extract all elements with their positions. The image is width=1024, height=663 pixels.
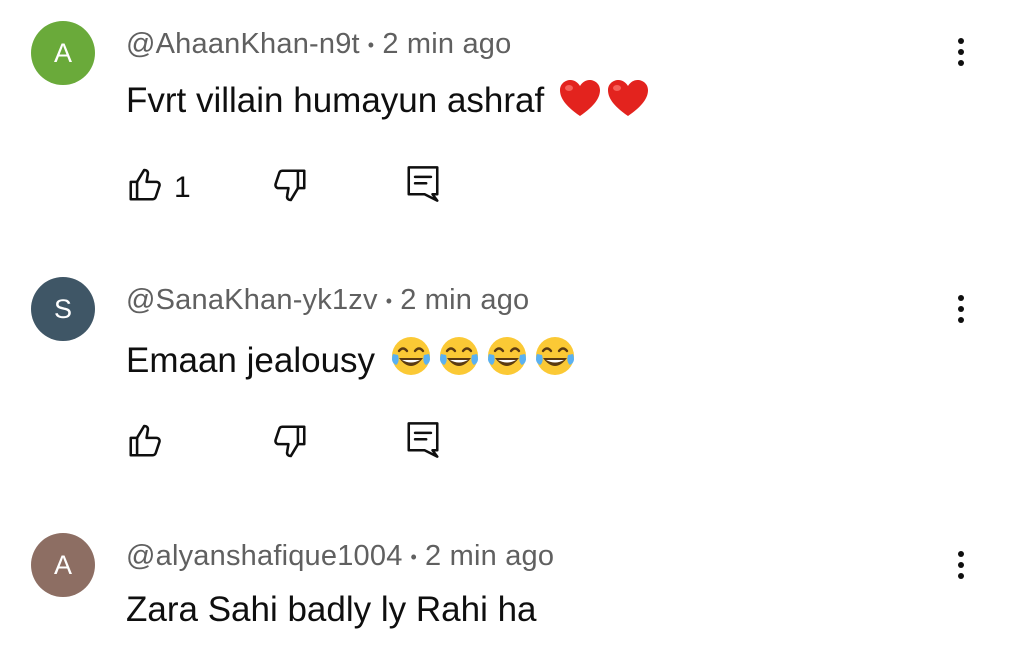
comment-meta: @alyanshafique1004 • 2 min ago (126, 540, 554, 573)
comment-item: A @alyanshafique1004 • 2 min ago Zara Sahi… (0, 0, 1024, 663)
author-name[interactable]: @alyanshafique1004 (126, 540, 403, 572)
avatar[interactable]: A (31, 533, 95, 597)
comment-text: Zara Sahi badly ly Rahi ha (126, 590, 537, 630)
meta-separator: • (410, 546, 418, 567)
comment-text-content: Zara Sahi badly ly Rahi ha (126, 590, 537, 629)
comment-time: 2 min ago (425, 540, 555, 572)
more-vert-icon[interactable] (944, 543, 978, 587)
